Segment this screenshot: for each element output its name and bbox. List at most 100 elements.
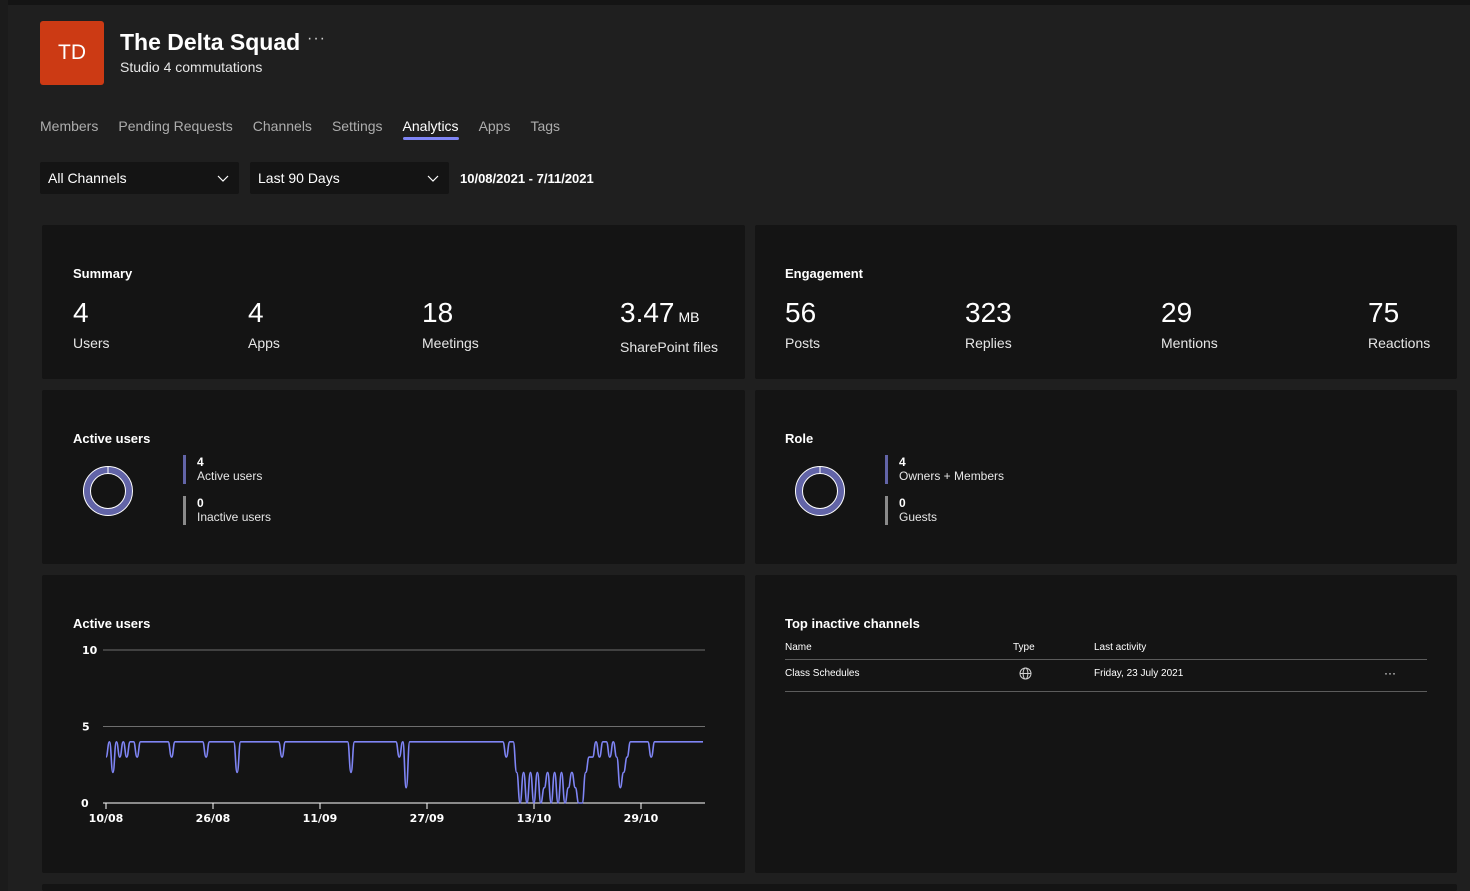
table-row-divider [785,691,1427,692]
legend-guests: 0 Guests [885,496,1004,525]
summary-card: Summary 4 Users 4 Apps 18 Meetings 3.47 M… [42,225,745,379]
meetings-count: 18 [422,297,454,328]
legend-owners-members: 4 Owners + Members [885,455,1004,484]
sharepoint-label: SharePoint files [620,339,719,355]
column-header-last-activity[interactable]: Last activity [1094,642,1146,653]
role-card: Role 4 Owners + Members 0 Guests [755,390,1457,564]
x-tick-label: 27/09 [410,812,445,825]
active-users-series-line [105,740,703,804]
x-tick-label: 10/08 [89,812,124,825]
role-donut [795,466,845,516]
x-tick-label: 26/08 [196,812,231,825]
legend-inactive-users: 0 Inactive users [183,496,271,525]
stat-reactions: 75 Reactions [1368,297,1431,352]
tab-apps[interactable]: Apps [479,118,511,140]
stat-apps: 4 Apps [248,297,280,352]
role-legend: 4 Owners + Members 0 Guests [885,455,1004,537]
tab-settings[interactable]: Settings [332,118,383,140]
inactive-channels-title: Top inactive channels [785,616,920,631]
team-tabs: Members Pending Requests Channels Settin… [40,118,580,140]
channel-name[interactable]: Class Schedules [785,668,859,679]
channel-dropdown-value: All Channels [48,170,127,186]
window-top-border [0,0,1470,5]
engagement-title: Engagement [785,266,864,281]
posts-count: 56 [785,297,817,328]
last-activity-date: Friday, 23 July 2021 [1094,668,1184,679]
apps-label: Apps [248,335,280,351]
team-initials: TD [58,41,86,64]
legend-active-users: 4 Active users [183,455,271,484]
tab-members[interactable]: Members [40,118,98,140]
engagement-card: Engagement 56 Posts 323 Replies 29 Menti… [755,225,1457,379]
row-more-options-icon[interactable]: ··· [1384,666,1396,680]
chevron-down-icon [217,175,229,182]
tab-pending-requests[interactable]: Pending Requests [118,118,232,140]
date-range: 10/08/2021 - 7/11/2021 [460,171,594,186]
replies-count: 323 [965,297,1012,328]
tab-channels[interactable]: Channels [253,118,312,140]
globe-icon [1019,667,1032,680]
mentions-label: Mentions [1161,335,1218,351]
team-description: Studio 4 commutations [120,59,263,75]
apps-count: 4 [248,297,264,328]
chevron-down-icon [427,175,439,182]
guests-label: Guests [899,510,938,524]
stat-users: 4 Users [73,297,110,352]
column-header-name[interactable]: Name [785,642,812,653]
legend-guests-swatch [885,496,888,525]
stat-sharepoint: 3.47 MB SharePoint files [620,299,719,356]
owners-members-value: 4 [899,455,906,469]
inactive-channels-card: Top inactive channels Name Type Last act… [755,575,1457,873]
inactive-users-label: Inactive users [197,510,272,524]
x-tick-label: 11/09 [303,812,338,825]
column-header-type[interactable]: Type [1013,642,1035,653]
active-users-line-chart: 10 5 010/08 26/08 11/09 27/09 13/10 29/10 [81,644,705,825]
y-tick-label: 5 [82,721,90,734]
reactions-count: 75 [1368,297,1400,328]
more-options-icon[interactable]: ··· [307,30,326,48]
active-users-legend: 4 Active users 0 Inactive users [183,455,271,537]
guests-value: 0 [899,496,906,510]
legend-active-swatch [183,455,186,484]
active-users-chart-card: Active users 10 5 0 10/08 26/08 11/09 27/09 13/… [42,575,745,873]
active-users-value: 4 [197,455,204,469]
users-label: Users [73,335,110,351]
active-users-donut-title: Active users [73,431,151,446]
period-dropdown-value: Last 90 Days [258,170,340,186]
sharepoint-size-unit: MB [678,309,700,325]
sharepoint-size-value: 3.47 [620,297,675,328]
stat-replies: 323 Replies [965,297,1012,352]
replies-label: Replies [965,335,1012,351]
owners-members-label: Owners + Members [899,469,1005,483]
active-users-donut [83,466,133,516]
next-card-edge [42,884,1457,891]
stat-mentions: 29 Mentions [1161,297,1218,352]
role-title: Role [785,431,814,446]
posts-label: Posts [785,335,821,351]
x-tick-label: 29/10 [624,812,659,825]
team-name: The Delta Squad [120,29,301,55]
stat-posts: 56 Posts [785,297,821,352]
mentions-count: 29 [1161,297,1193,328]
y-tick-label: 0 [81,797,89,810]
left-rail-edge [0,0,8,891]
sharepoint-size: 3.47 MB [620,299,718,331]
reactions-label: Reactions [1368,335,1431,351]
stat-meetings: 18 Meetings [422,297,479,352]
tab-analytics[interactable]: Analytics [402,118,459,140]
active-users-donut-card: Active users 4 Active users 0 Inactive u… [42,390,745,564]
x-tick-label: 13/10 [517,812,552,825]
period-dropdown[interactable]: Last 90 Days [250,162,449,194]
table-header-divider [785,659,1427,660]
legend-owners-swatch [885,455,888,484]
legend-inactive-swatch [183,496,186,525]
summary-title: Summary [73,266,133,281]
y-tick-label: 10 [82,644,98,657]
users-count: 4 [73,297,89,328]
meetings-label: Meetings [422,335,479,351]
inactive-users-value: 0 [197,496,204,510]
tab-tags[interactable]: Tags [530,118,560,140]
team-avatar: TD [40,21,104,85]
active-users-label: Active users [197,469,263,483]
channel-dropdown[interactable]: All Channels [40,162,239,194]
